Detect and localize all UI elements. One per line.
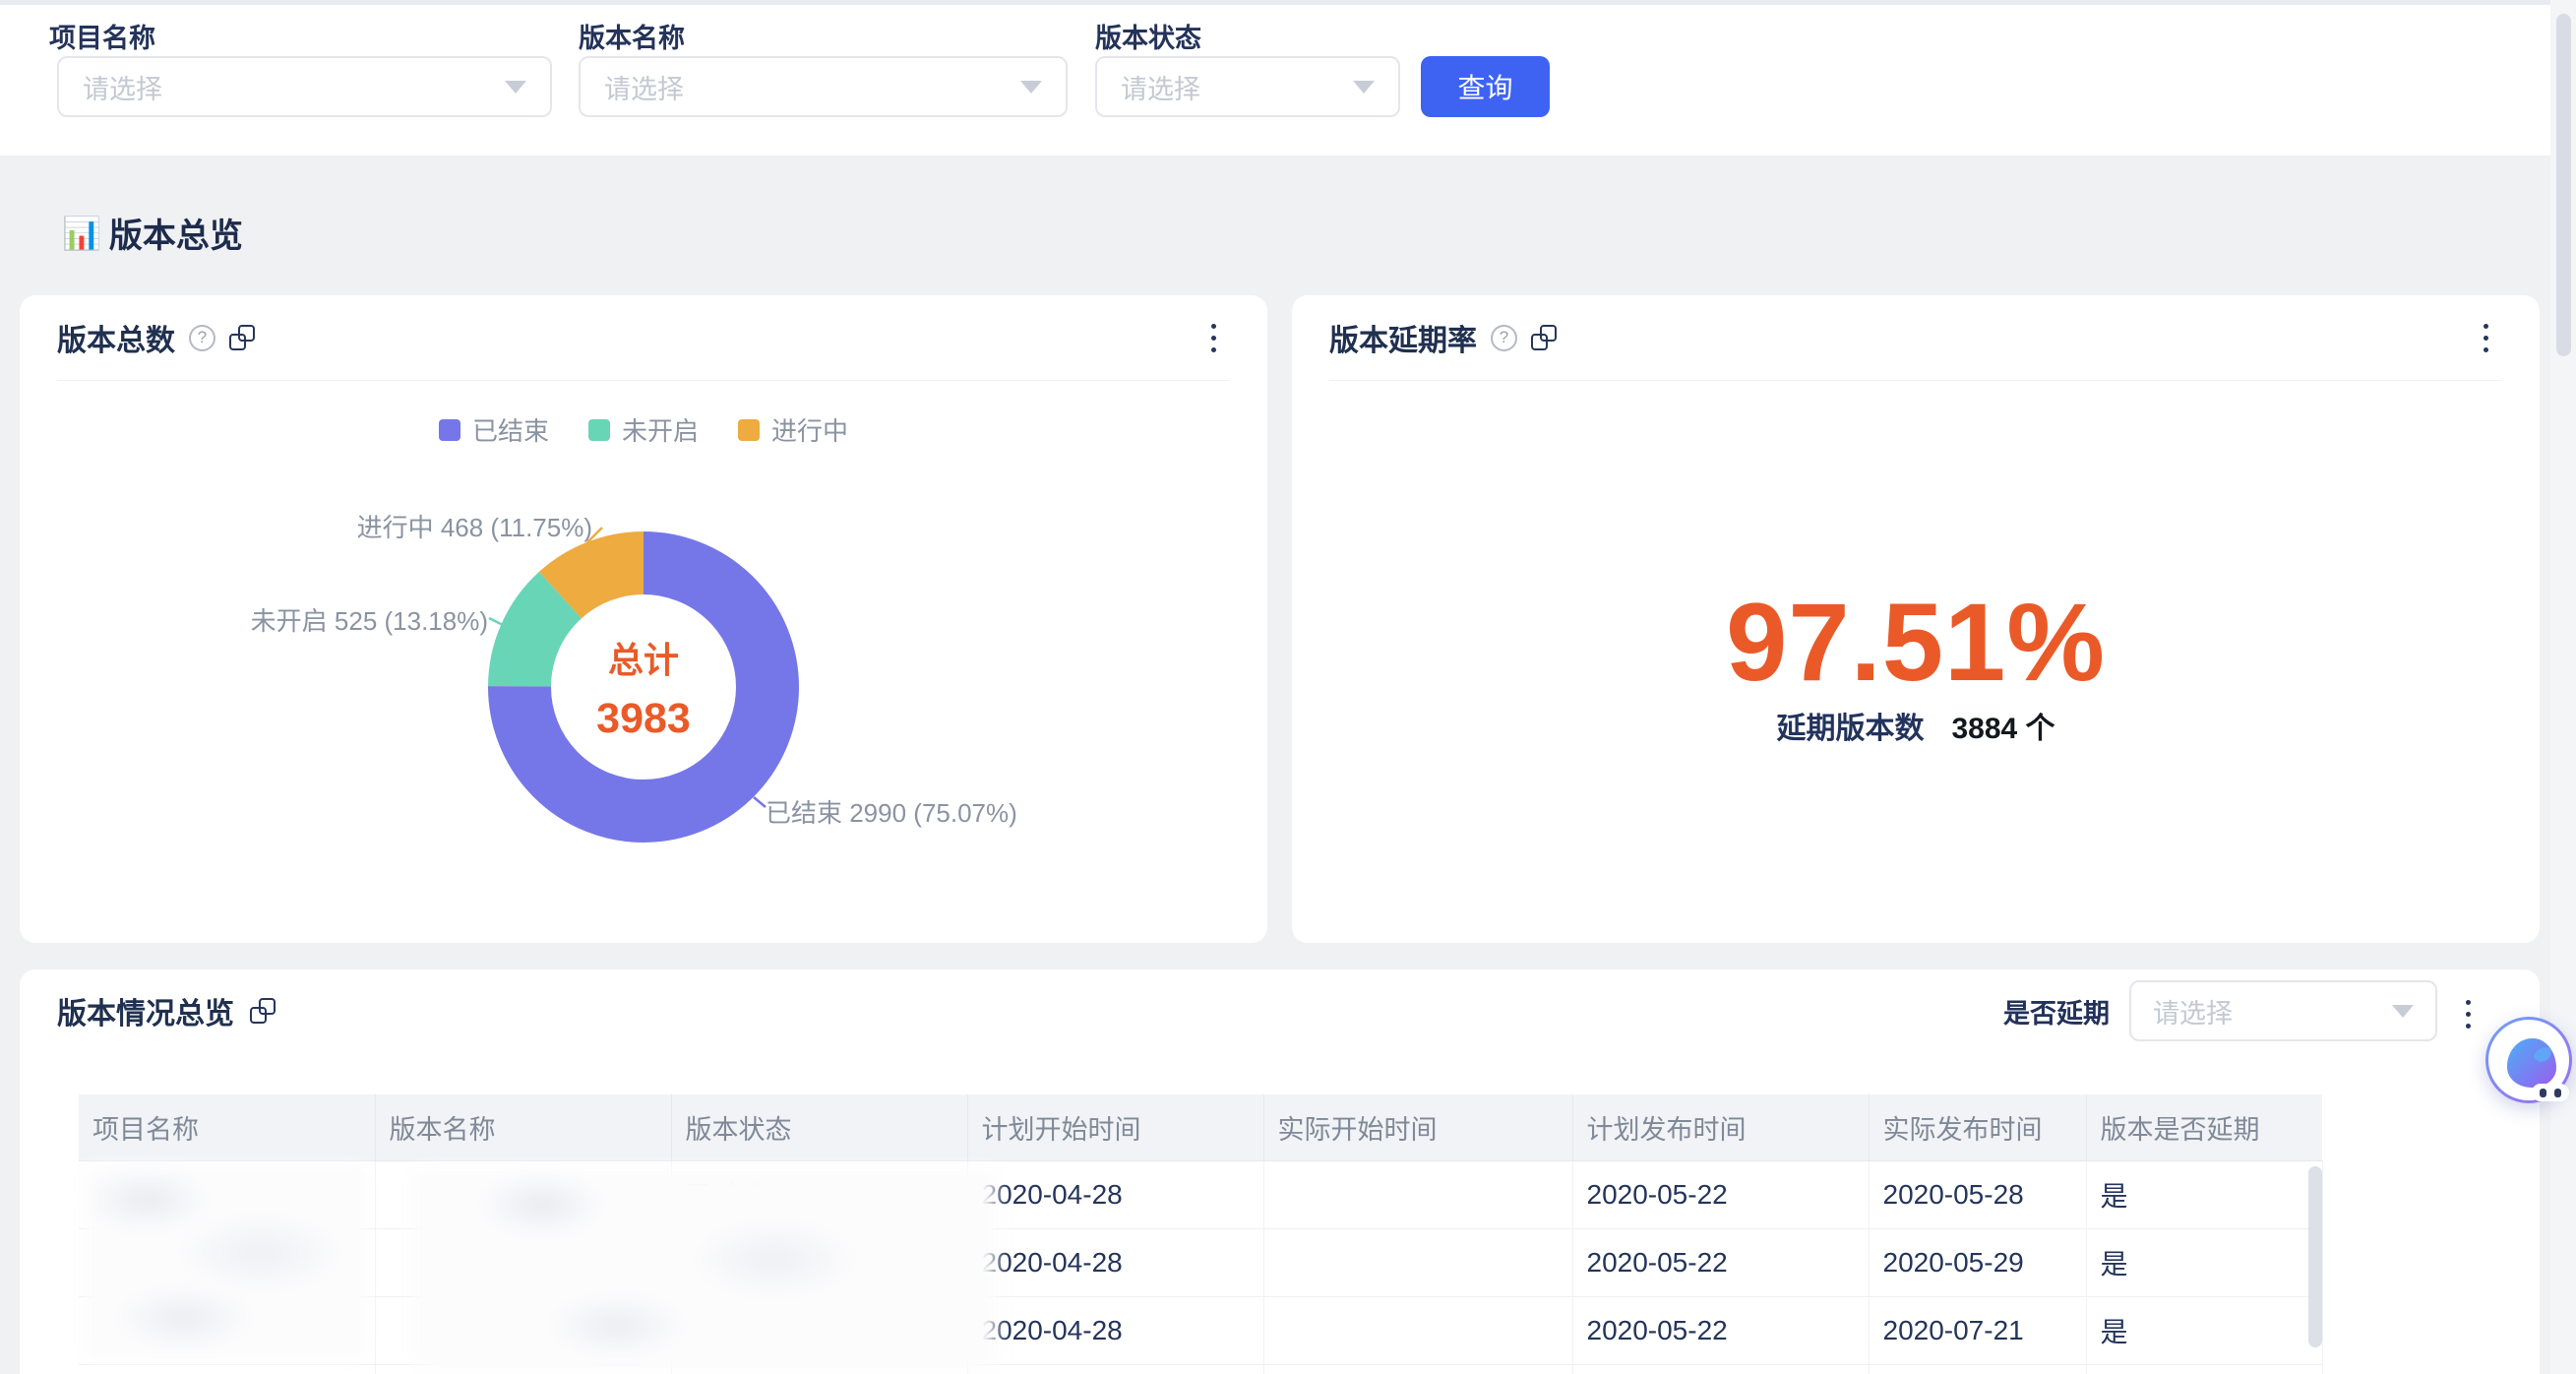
delay-filter-label: 是否延期 xyxy=(2003,992,2110,1030)
divider xyxy=(1329,380,2502,381)
leader-line xyxy=(489,618,503,625)
col-header[interactable]: 计划发布时间 xyxy=(1572,1094,1869,1160)
legend-item-finished[interactable]: 已结束 xyxy=(439,411,549,448)
donut-center: 总计 3983 xyxy=(427,632,860,743)
version-table-card: 版本情况总览 是否延期 请选择 项目名称 版本名称 版 xyxy=(20,969,2540,1374)
assistant-fab[interactable] xyxy=(2485,1017,2572,1103)
version-status-placeholder: 请选择 xyxy=(1121,68,1335,106)
cell-actual-release: 2020-05-28 xyxy=(1869,1160,2086,1228)
delay-filter-select[interactable]: 请选择 xyxy=(2129,980,2437,1041)
kebab-menu-icon[interactable] xyxy=(1211,295,1216,380)
kebab-menu-icon[interactable] xyxy=(2484,295,2488,380)
bar-chart-icon: 📊 xyxy=(62,218,101,249)
table-header-row: 项目名称 版本名称 版本状态 计划开始时间 实际开始时间 计划发布时间 实际发布… xyxy=(79,1094,2322,1160)
cell-plan-release: 2020-05-22 xyxy=(1572,1296,1869,1364)
delay-count-label: 延期版本数 xyxy=(1776,704,1924,747)
cell-plan-release: 2020-05-22 xyxy=(1572,1160,1869,1228)
delay-rate-value: 97.51% xyxy=(1292,579,2540,706)
table-scrollbar-thumb[interactable] xyxy=(2308,1166,2322,1347)
copy-icon[interactable] xyxy=(250,998,276,1024)
col-header[interactable]: 实际开始时间 xyxy=(1263,1094,1572,1160)
col-header[interactable]: 实际发布时间 xyxy=(1869,1094,2086,1160)
copy-icon[interactable] xyxy=(1531,325,1557,350)
cell-plan-start: 2020-04-28 xyxy=(967,1160,1263,1228)
robot-icon xyxy=(2507,1038,2556,1088)
card-title: 版本总数 xyxy=(57,316,175,359)
legend-label: 已结束 xyxy=(472,411,549,448)
page-scrollbar-track[interactable] xyxy=(2550,0,2576,1374)
version-name-label: 版本名称 xyxy=(579,17,685,55)
divider xyxy=(57,380,1230,381)
versions-table: 项目名称 版本名称 版本状态 计划开始时间 实际开始时间 计划发布时间 实际发布… xyxy=(79,1094,2322,1374)
cell-actual-start xyxy=(1263,1228,1572,1296)
col-header[interactable]: 计划开始时间 xyxy=(967,1094,1263,1160)
chevron-down-icon xyxy=(1353,81,1375,94)
card-title: 版本情况总览 xyxy=(57,989,234,1032)
legend-item-inprogress[interactable]: 进行中 xyxy=(738,411,848,448)
cell-plan-start: 2020-04-28 xyxy=(967,1228,1263,1296)
version-total-card: 版本总数 ? 已结束 未开启 进行中 xyxy=(20,295,1267,943)
filter-bar: 项目名称 请选择 版本名称 请选择 版本状态 请选择 查询 xyxy=(0,0,2576,156)
slice-label-finished: 已结束 2990 (75.07%) xyxy=(766,793,1017,830)
version-name-select[interactable]: 请选择 xyxy=(579,56,1068,117)
legend-swatch xyxy=(439,419,460,441)
chevron-down-icon xyxy=(505,81,526,94)
section-header: 📊 版本总览 xyxy=(62,209,243,257)
legend-label: 进行中 xyxy=(771,411,848,448)
cell-actual-start xyxy=(1263,1160,1572,1228)
slice-label-inprogress: 进行中 468 (11.75%) xyxy=(357,508,592,544)
chevron-down-icon xyxy=(2392,1005,2414,1018)
card-title: 版本延期率 xyxy=(1329,316,1477,359)
version-status-select[interactable]: 请选择 xyxy=(1095,56,1400,117)
slice-label-notstarted: 未开启 525 (13.18%) xyxy=(251,601,488,638)
search-button[interactable]: 查询 xyxy=(1421,56,1550,117)
section-title: 版本总览 xyxy=(109,209,243,257)
legend-label: 未开启 xyxy=(622,411,699,448)
cell-actual-release: 2020-05-29 xyxy=(1869,1228,2086,1296)
chevron-down-icon xyxy=(1020,81,1042,94)
help-icon[interactable]: ? xyxy=(189,325,215,351)
legend-item-notstarted[interactable]: 未开启 xyxy=(588,411,699,448)
help-icon[interactable]: ? xyxy=(1491,325,1517,351)
donut-total-label: 总计 xyxy=(427,632,860,683)
cell-delayed: 是 xyxy=(2086,1228,2322,1296)
donut-legend: 已结束 未开启 进行中 xyxy=(20,411,1267,448)
legend-swatch xyxy=(588,419,610,441)
delay-rate-card: 版本延期率 ? 97.51% 延期版本数 3884 个 xyxy=(1292,295,2540,943)
col-header[interactable]: 版本状态 xyxy=(671,1094,967,1160)
cell-plan-start: 2020-04-28 xyxy=(967,1296,1263,1364)
redacted-version-names xyxy=(413,1168,996,1370)
cell-actual-release: 2020-07-21 xyxy=(1869,1296,2086,1364)
copy-icon[interactable] xyxy=(229,325,255,350)
kebab-menu-icon[interactable] xyxy=(2466,984,2471,1043)
redacted-project-names xyxy=(85,1164,368,1361)
donut-total-value: 3983 xyxy=(427,695,860,743)
delay-count-value: 3884 个 xyxy=(1951,704,2055,747)
version-status-label: 版本状态 xyxy=(1095,17,1201,55)
col-header[interactable]: 项目名称 xyxy=(79,1094,375,1160)
delay-filter-placeholder: 请选择 xyxy=(2153,992,2374,1030)
project-name-select[interactable]: 请选择 xyxy=(57,56,552,117)
leader-line xyxy=(754,797,766,807)
col-header[interactable]: 版本是否延期 xyxy=(2086,1094,2322,1160)
project-name-placeholder: 请选择 xyxy=(83,68,487,106)
dashboard-page: 项目名称 请选择 版本名称 请选择 版本状态 请选择 查询 📊 版本总览 版本总… xyxy=(0,0,2576,1374)
cell-plan-release: 2020-05-22 xyxy=(1572,1228,1869,1296)
cell-delayed: 是 xyxy=(2086,1160,2322,1228)
cell-actual-start xyxy=(1263,1296,1572,1364)
project-name-label: 项目名称 xyxy=(49,17,155,55)
legend-swatch xyxy=(738,419,760,441)
cell-delayed: 是 xyxy=(2086,1296,2322,1364)
version-name-placeholder: 请选择 xyxy=(604,68,1003,106)
col-header[interactable]: 版本名称 xyxy=(375,1094,671,1160)
page-scrollbar-thumb[interactable] xyxy=(2556,14,2571,356)
